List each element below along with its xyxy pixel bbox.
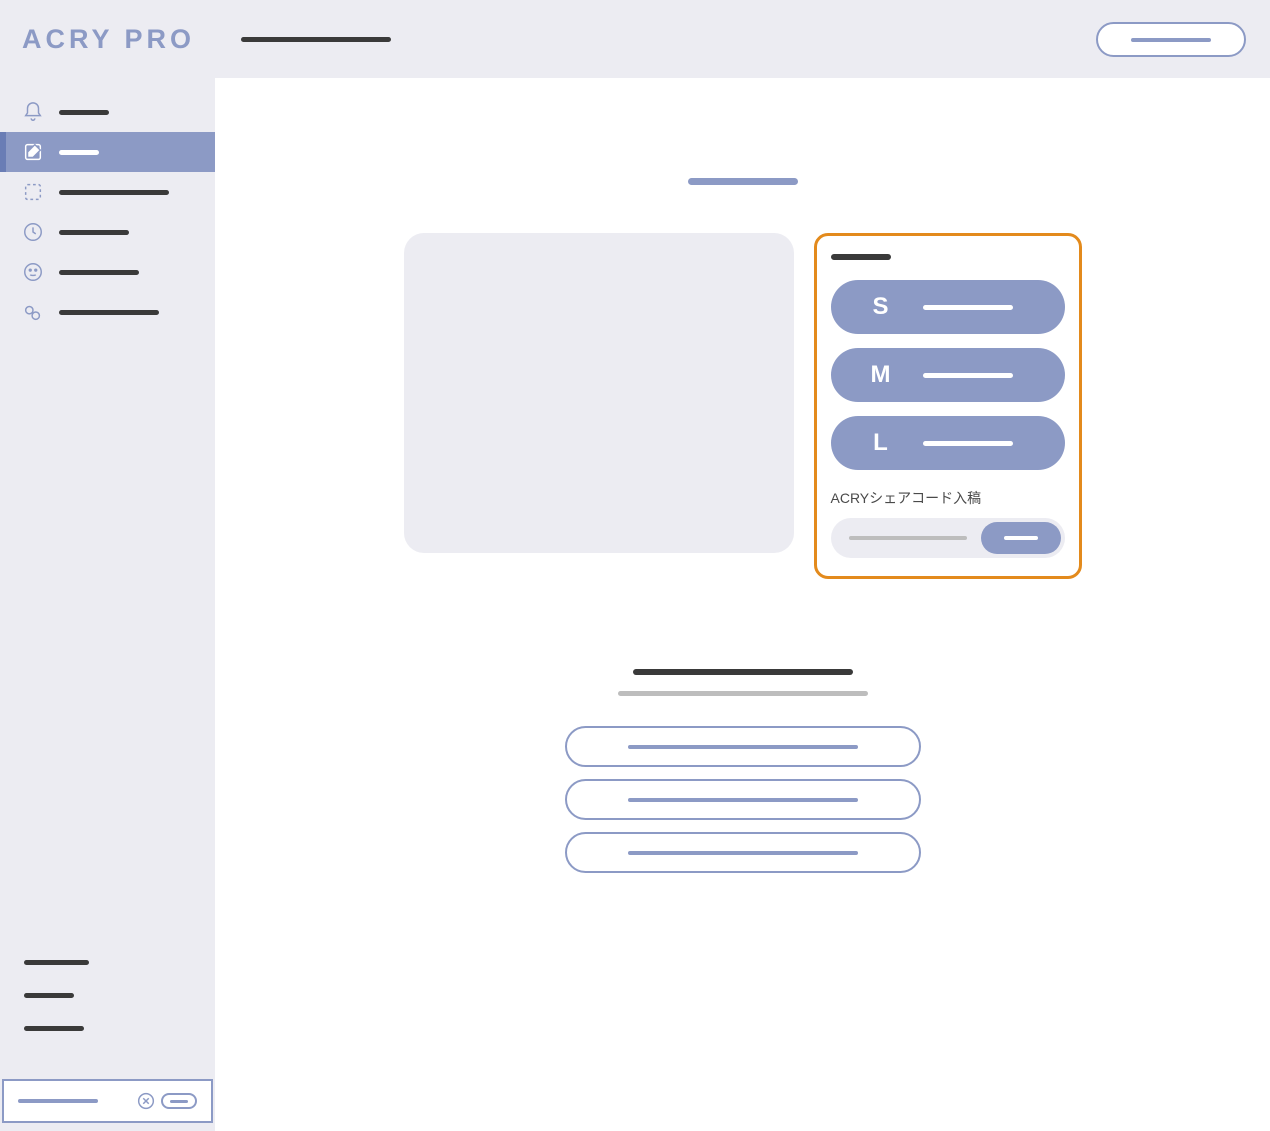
nav-label — [59, 310, 159, 315]
size-desc — [923, 373, 1013, 378]
face-icon — [22, 261, 44, 283]
option-button-1[interactable] — [565, 726, 921, 767]
section-subtitle — [618, 691, 868, 696]
nav-item-notifications[interactable] — [0, 92, 215, 132]
nav-label — [59, 110, 109, 115]
option-button-3[interactable] — [565, 832, 921, 873]
section-title — [633, 669, 853, 675]
nav-item-templates[interactable] — [0, 172, 215, 212]
nav-item-account[interactable] — [0, 252, 215, 292]
size-button-l[interactable]: L — [831, 416, 1065, 470]
app-header: ACRY PRO — [0, 0, 1270, 78]
options-section — [215, 669, 1270, 873]
logo: ACRY PRO — [22, 24, 195, 55]
size-button-m[interactable]: M — [831, 348, 1065, 402]
panel-title — [831, 254, 891, 260]
main-content: S M L ACRYシェアコード入稿 — [215, 78, 1270, 1131]
share-code-label: ACRYシェアコード入稿 — [831, 488, 1065, 508]
size-selection-panel: S M L ACRYシェアコード入稿 — [814, 233, 1082, 579]
clock-icon — [22, 221, 44, 243]
sidebar — [0, 78, 215, 1131]
footer-pill-button[interactable] — [161, 1093, 197, 1109]
header-action-button[interactable] — [1096, 22, 1246, 57]
option-button-2[interactable] — [565, 779, 921, 820]
sidebar-link[interactable] — [24, 1026, 84, 1031]
sidebar-bottom-links — [0, 960, 215, 1079]
nav-item-share[interactable] — [0, 292, 215, 332]
nav-item-create[interactable] — [0, 132, 215, 172]
nav-label — [59, 270, 139, 275]
footer-label — [18, 1099, 98, 1103]
bell-icon — [22, 101, 44, 123]
sidebar-link[interactable] — [24, 993, 74, 998]
edit-icon — [22, 141, 44, 163]
sidebar-link[interactable] — [24, 960, 89, 965]
page-title — [688, 178, 798, 185]
nav-label — [59, 190, 169, 195]
nav-label — [59, 230, 129, 235]
nav-list — [0, 78, 215, 332]
size-button-s[interactable]: S — [831, 280, 1065, 334]
size-letter: M — [869, 361, 893, 389]
share-code-submit-button[interactable] — [981, 522, 1061, 554]
share-code-row — [831, 518, 1065, 558]
settings-gear-icon[interactable] — [135, 1090, 157, 1112]
size-letter: L — [869, 429, 893, 457]
size-desc — [923, 305, 1013, 310]
header-breadcrumb — [241, 37, 391, 42]
share-code-input[interactable] — [849, 536, 967, 540]
sidebar-footer — [2, 1079, 213, 1123]
nav-item-history[interactable] — [0, 212, 215, 252]
size-letter: S — [869, 293, 893, 321]
link-icon — [22, 301, 44, 323]
dashed-square-icon — [22, 181, 44, 203]
nav-label — [59, 150, 99, 155]
preview-canvas[interactable] — [404, 233, 794, 553]
size-desc — [923, 441, 1013, 446]
